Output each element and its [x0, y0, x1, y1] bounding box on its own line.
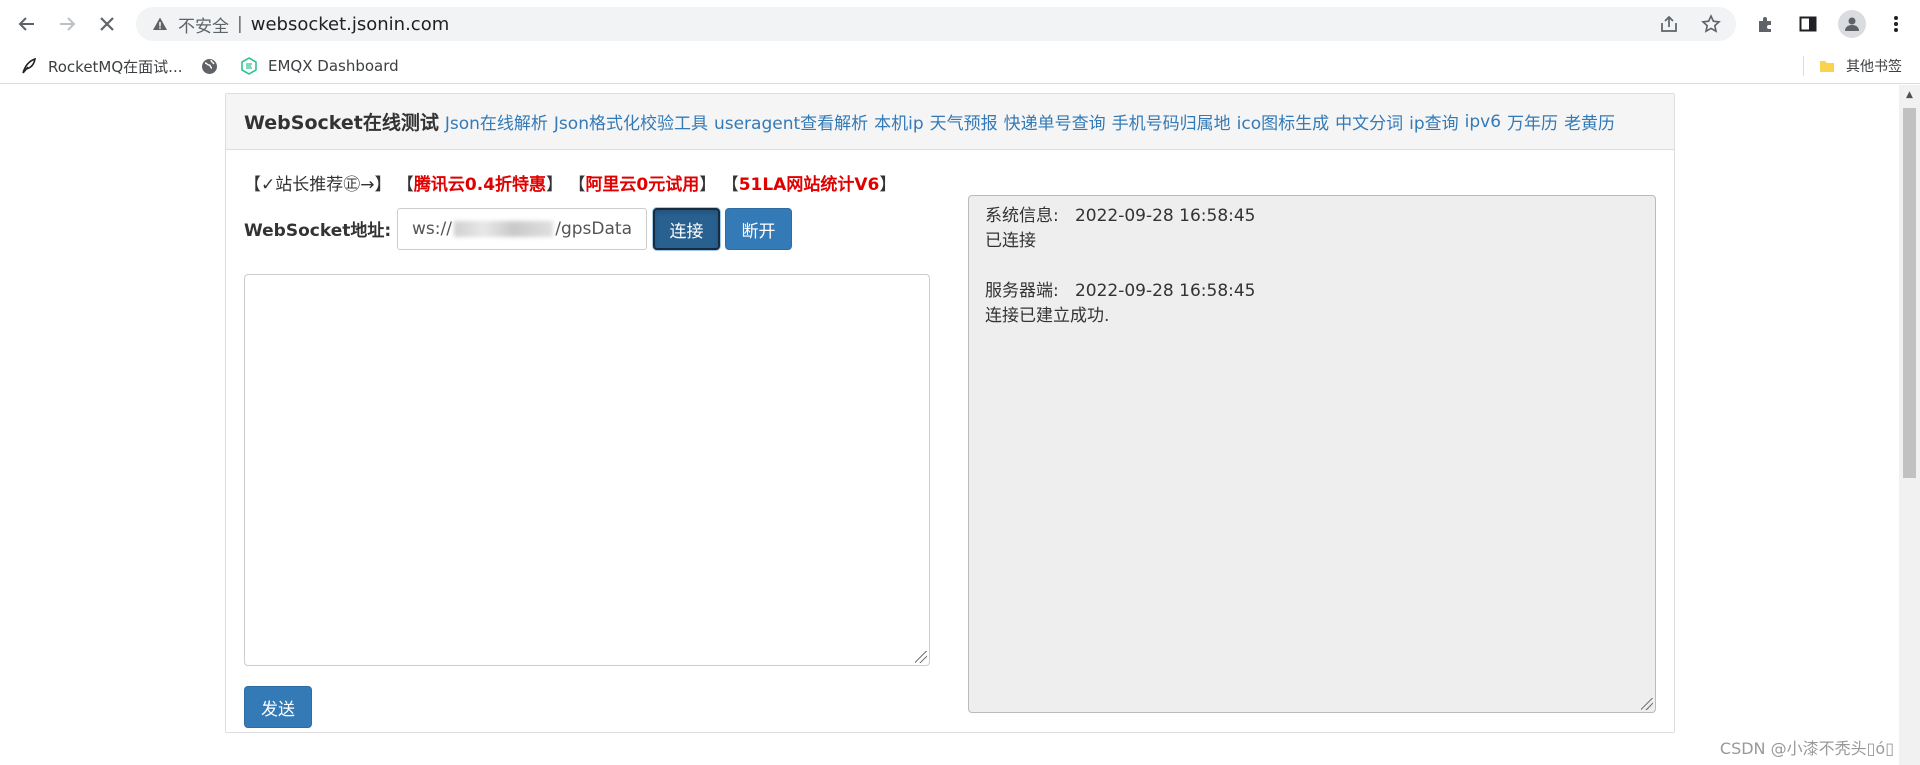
- web-page: WebSocket在线测试 Json在线解析 Json格式化校验工具 usera…: [0, 85, 1920, 765]
- nav-link-express[interactable]: 快递单号查询: [1004, 109, 1106, 134]
- websocket-address-label: WebSocket地址:: [244, 221, 392, 241]
- resize-handle-icon[interactable]: [1641, 698, 1653, 710]
- folder-icon: [1818, 57, 1836, 75]
- recommend-bar: 【✓站长推荐㊣→】 【腾讯云0.4折特惠】 【阿里云0元试用】 【51LA网站统…: [244, 170, 896, 195]
- back-icon[interactable]: [13, 10, 41, 38]
- address-bar[interactable]: 不安全 | websocket.jsonin.com: [136, 7, 1736, 41]
- feather-icon: [20, 57, 38, 75]
- scroll-thumb[interactable]: [1903, 108, 1916, 478]
- disconnect-button[interactable]: 断开: [725, 208, 792, 250]
- nav-link-weather[interactable]: 天气预报: [930, 109, 998, 134]
- log-line: 已连接: [985, 231, 1036, 251]
- bookmark-globe[interactable]: [200, 54, 218, 78]
- promo-open: 【: [568, 175, 586, 195]
- browser-toolbar: 不安全 | websocket.jsonin.com: [0, 0, 1920, 48]
- nav-link-local-ip[interactable]: 本机ip: [874, 109, 924, 134]
- scroll-up-icon[interactable]: ▲: [1899, 85, 1920, 105]
- puzzle-icon[interactable]: [1754, 12, 1778, 36]
- send-button[interactable]: 发送: [244, 686, 312, 728]
- star-icon[interactable]: [1700, 13, 1722, 35]
- promo-open: 【: [721, 175, 739, 195]
- resize-handle-icon[interactable]: [915, 651, 927, 663]
- promo-51la[interactable]: 【51LA网站统计V6】: [722, 175, 897, 195]
- redacted-host: [453, 221, 554, 237]
- nav-link-segment[interactable]: 中文分词: [1335, 109, 1403, 134]
- other-bookmarks-label: 其他书签: [1846, 59, 1902, 75]
- globe-icon: [200, 57, 218, 75]
- profile-icon[interactable]: [1838, 10, 1866, 38]
- promo-close: 】: [699, 175, 717, 195]
- bookmark-label: EMQX Dashboard: [268, 57, 399, 75]
- panel-heading: WebSocket在线测试 Json在线解析 Json格式化校验工具 usera…: [226, 94, 1674, 150]
- stop-loading-icon[interactable]: [93, 10, 121, 38]
- emqx-icon: [240, 57, 258, 75]
- websocket-address-input[interactable]: ws:// /gpsData: [397, 208, 647, 250]
- nav-link-ip-query[interactable]: ip查询: [1409, 109, 1459, 134]
- nav-link-json-parse[interactable]: Json在线解析: [445, 109, 548, 134]
- main-panel: WebSocket在线测试 Json在线解析 Json格式化校验工具 usera…: [225, 93, 1675, 733]
- address-suffix: /gpsData: [555, 219, 632, 239]
- nav-link-useragent[interactable]: useragent查看解析: [714, 109, 868, 134]
- nav-link-ipv6[interactable]: ipv6: [1465, 112, 1501, 132]
- nav-link-ico[interactable]: ico图标生成: [1237, 109, 1329, 134]
- log-line: 服务器端: 2022-09-28 16:58:45: [985, 281, 1256, 301]
- forward-icon[interactable]: [53, 10, 81, 38]
- address-prefix: ws://: [412, 219, 452, 239]
- share-icon[interactable]: [1658, 13, 1680, 35]
- side-panel-icon[interactable]: [1796, 12, 1820, 36]
- recommend-intro: 【✓站长推荐㊣→】: [244, 175, 392, 195]
- nav-link-almanac[interactable]: 老黄历: [1564, 109, 1615, 134]
- security-status: 不安全: [178, 16, 229, 37]
- promo-open: 【: [396, 175, 414, 195]
- url-text[interactable]: websocket.jsonin.com: [251, 14, 450, 35]
- warning-icon[interactable]: [150, 14, 170, 34]
- page-scrollbar[interactable]: ▲: [1899, 85, 1920, 765]
- nav-link-phone[interactable]: 手机号码归属地: [1112, 109, 1231, 134]
- bookmark-label: RocketMQ在面试...: [48, 57, 183, 76]
- connect-button[interactable]: 连接: [653, 208, 720, 250]
- promo-tencent[interactable]: 【腾讯云0.4折特惠】: [397, 175, 563, 195]
- message-textarea[interactable]: [244, 274, 930, 666]
- promo-text[interactable]: 腾讯云0.4折特惠: [414, 175, 546, 195]
- bookmark-separator: [1803, 56, 1804, 76]
- message-log[interactable]: 系统信息: 2022-09-28 16:58:45 已连接 服务器端: 2022…: [968, 195, 1656, 713]
- promo-aliyun[interactable]: 【阿里云0元试用】: [568, 175, 716, 195]
- watermark: CSDN @小漆不秃头▯ó▯: [1719, 739, 1894, 758]
- bookmark-emqx[interactable]: EMQX Dashboard: [240, 54, 399, 78]
- promo-close: 】: [546, 175, 564, 195]
- bookmarks-bar: RocketMQ在面试... EMQX Dashboard 其他书签: [0, 48, 1920, 84]
- site-title[interactable]: WebSocket在线测试: [244, 108, 439, 135]
- nav-link-json-format[interactable]: Json格式化校验工具: [554, 109, 708, 134]
- promo-text[interactable]: 51LA网站统计V6: [739, 175, 880, 195]
- log-line: 系统信息: 2022-09-28 16:58:45: [985, 206, 1256, 226]
- other-bookmarks[interactable]: 其他书签: [1818, 54, 1902, 78]
- promo-close: 】: [879, 175, 897, 195]
- nav-link-calendar[interactable]: 万年历: [1507, 109, 1558, 134]
- extension-area: [1754, 7, 1920, 41]
- url-separator: |: [237, 14, 243, 34]
- promo-text[interactable]: 阿里云0元试用: [585, 175, 699, 195]
- bookmark-rocketmq[interactable]: RocketMQ在面试...: [20, 54, 183, 78]
- more-vertical-icon[interactable]: [1884, 12, 1908, 36]
- log-line: 连接已建立成功.: [985, 306, 1110, 326]
